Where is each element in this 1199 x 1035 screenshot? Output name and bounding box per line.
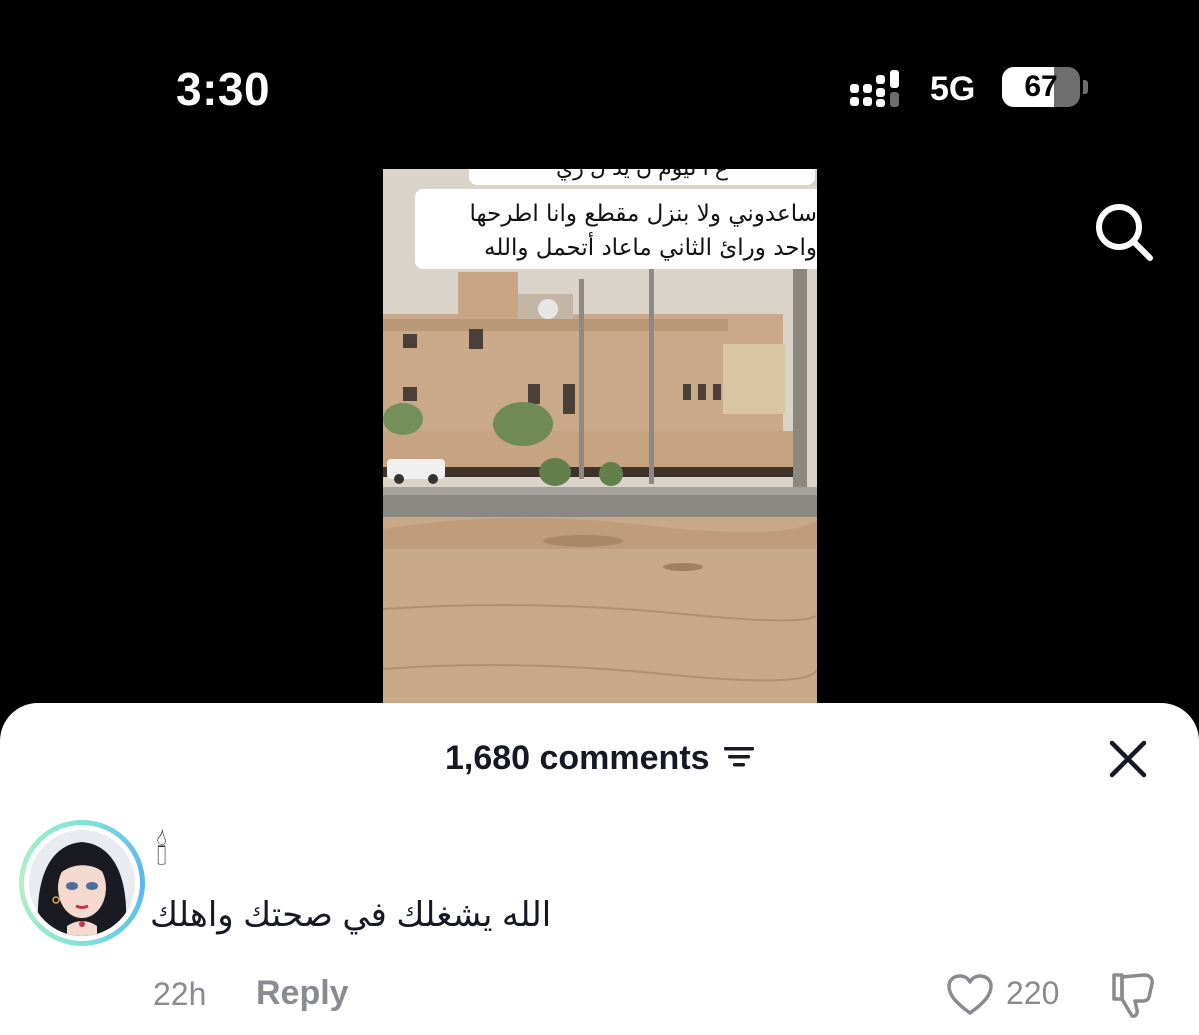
- battery-icon: 67: [1002, 67, 1088, 107]
- avatar-image: [29, 830, 135, 936]
- status-time: 3:30: [176, 63, 271, 115]
- search-icon[interactable]: [1092, 200, 1156, 264]
- comments-count: 1,680 comments: [444, 739, 710, 777]
- battery-level: 67: [1024, 70, 1058, 103]
- reply-button[interactable]: Reply: [256, 974, 349, 1013]
- caption-partial-text: ع ا ليوم ن يد ل ري: [556, 169, 728, 180]
- comments-sheet: 1,680 comments 🕯 الله يشغلك في صحتك واهل…: [0, 703, 1199, 1035]
- caption-partial: ع ا ليوم ن يد ل ري: [469, 169, 815, 185]
- avatar[interactable]: [19, 820, 145, 946]
- signal-strength-icon: [850, 70, 899, 107]
- sort-icon[interactable]: [724, 745, 755, 769]
- comments-header: 1,680 comments: [0, 739, 1199, 778]
- thumbs-down-icon[interactable]: [1108, 971, 1158, 1019]
- video-caption: ساعدوني ولا بنزل مقطع وانا اطرحها واحد و…: [415, 189, 817, 269]
- heart-icon[interactable]: [946, 973, 994, 1017]
- caption-line-2: واحد ورائ الثاني ماعاد أتحمل والله: [484, 235, 817, 261]
- close-icon[interactable]: [1106, 737, 1150, 781]
- like-count: 220: [1006, 975, 1060, 1011]
- comment-text: الله يشغلك في صحتك واهلك: [150, 896, 552, 934]
- caption-line-1: ساعدوني ولا بنزل مقطع وانا اطرحها: [469, 201, 817, 227]
- comment-username[interactable]: 🕯: [156, 829, 167, 874]
- video-player[interactable]: ع ا ليوم ن يد ل ري ساعدوني ولا بنزل مقطع…: [383, 169, 817, 709]
- network-type: 5G: [930, 70, 976, 108]
- comment-time: 22h: [153, 976, 207, 1012]
